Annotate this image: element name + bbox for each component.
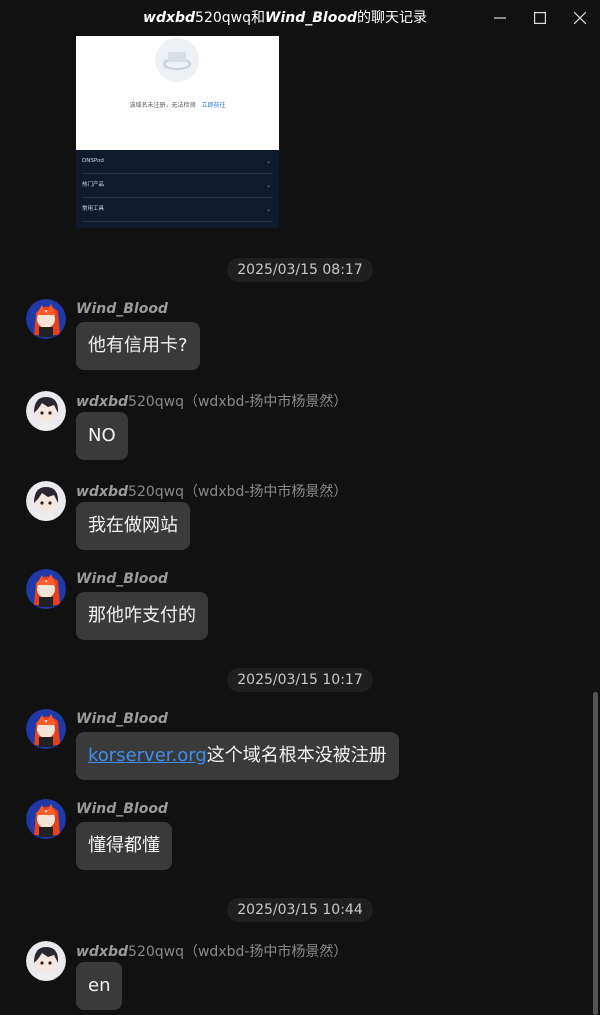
scrollbar-thumb[interactable] <box>593 692 598 1015</box>
sender-nick: Wind_Blood <box>76 801 168 817</box>
avatar-wdxbd[interactable] <box>26 941 66 981</box>
sender-nick-suffix: 520qwq <box>128 484 184 500</box>
sender-nick: Wind_Blood <box>76 301 168 317</box>
maximize-icon <box>534 12 546 24</box>
title-bar: wdxbd520qwq和Wind_Blood的聊天记录 <box>0 0 600 36</box>
sender-name: wdxbd520qwq（wdxbd-扬中市杨景然） <box>76 391 347 411</box>
nav-row-label: 常用工具 <box>82 206 105 212</box>
avatar-wind-blood[interactable] <box>26 799 66 839</box>
window-title: wdxbd520qwq和Wind_Blood的聊天记录 <box>0 0 480 36</box>
sender-nick: wdxbd <box>76 394 129 410</box>
timestamp: 2025/03/15 10:17 <box>227 668 373 692</box>
message-text: 这个域名根本没被注册 <box>206 745 387 766</box>
chevron-down-icon: ⌄ <box>265 158 271 165</box>
title-nick-1: wdxbd <box>143 10 196 26</box>
shared-image-notice: 该域名未注册，无法检测 立即前往 <box>76 100 279 109</box>
message-bubble[interactable]: 懂得都懂 <box>76 822 172 870</box>
close-button[interactable] <box>560 0 600 36</box>
timestamp-divider: 2025/03/15 10:44 <box>0 898 600 922</box>
message-bubble[interactable]: korserver.org这个域名根本没被注册 <box>76 732 399 780</box>
maximize-button[interactable] <box>520 0 560 36</box>
sender-name: Wind_Blood <box>76 571 168 587</box>
avatar-wind-blood[interactable] <box>26 709 66 749</box>
shared-image-top: 该域名未注册，无法检测 立即前往 <box>76 36 279 150</box>
browser-icon <box>155 38 199 82</box>
sender-name: Wind_Blood <box>76 301 168 317</box>
sender-nick: wdxbd <box>76 944 129 960</box>
message-link[interactable]: korserver.org <box>88 745 207 766</box>
nav-row: 常用工具 ⌄ <box>82 198 273 222</box>
chevron-down-icon: ⌄ <box>265 206 271 213</box>
timestamp-divider: 2025/03/15 10:17 <box>0 668 600 692</box>
avatar-wind-blood[interactable] <box>26 299 66 339</box>
title-part-4: 的聊天记录 <box>356 10 427 26</box>
minimize-button[interactable] <box>480 0 520 36</box>
notice-link: 立即前往 <box>201 102 226 109</box>
sender-nick: Wind_Blood <box>76 711 168 727</box>
minimize-icon <box>494 17 506 19</box>
sender-group-card: （wdxbd-扬中市杨景然） <box>183 944 348 960</box>
title-part-2: 520qwq和 <box>195 10 265 26</box>
sender-name: wdxbd520qwq（wdxbd-扬中市杨景然） <box>76 941 347 961</box>
sender-group-card: （wdxbd-扬中市杨景然） <box>183 484 348 500</box>
chat-history[interactable]: 该域名未注册，无法检测 立即前往 DNSPod ⌄ 热门产品 ⌄ 常用工具 ⌄ 2025… <box>0 36 590 1015</box>
timestamp-divider: 2025/03/15 08:17 <box>0 258 600 282</box>
nav-row-label: 热门产品 <box>82 182 105 188</box>
timestamp: 2025/03/15 08:17 <box>227 258 373 282</box>
avatar-wdxbd[interactable] <box>26 481 66 521</box>
message-bubble[interactable]: 我在做网站 <box>76 502 190 550</box>
message-bubble[interactable]: NO <box>76 412 128 460</box>
sender-nick: wdxbd <box>76 484 129 500</box>
timestamp: 2025/03/15 10:44 <box>227 898 373 922</box>
sender-name: Wind_Blood <box>76 801 168 817</box>
sender-nick: Wind_Blood <box>76 571 168 587</box>
shared-image[interactable]: 该域名未注册，无法检测 立即前往 DNSPod ⌄ 热门产品 ⌄ 常用工具 ⌄ <box>76 36 279 228</box>
sender-nick-suffix: 520qwq <box>128 944 184 960</box>
title-nick-2: Wind_Blood <box>265 10 357 26</box>
sender-group-card: （wdxbd-扬中市杨景然） <box>183 394 348 410</box>
sender-name: Wind_Blood <box>76 711 168 727</box>
sender-name: wdxbd520qwq（wdxbd-扬中市杨景然） <box>76 481 347 501</box>
sender-nick-suffix: 520qwq <box>128 394 184 410</box>
message-bubble[interactable]: 他有信用卡? <box>76 322 200 370</box>
nav-row-label: DNSPod <box>82 158 104 164</box>
shared-image-nav: DNSPod ⌄ 热门产品 ⌄ 常用工具 ⌄ <box>76 150 279 228</box>
nav-row: 热门产品 ⌄ <box>82 174 273 198</box>
avatar-wdxbd[interactable] <box>26 391 66 431</box>
message-bubble[interactable]: 那他咋支付的 <box>76 592 208 640</box>
avatar-wind-blood[interactable] <box>26 569 66 609</box>
message-bubble[interactable]: en <box>76 962 123 1010</box>
chevron-down-icon: ⌄ <box>265 182 271 189</box>
nav-row: DNSPod ⌄ <box>82 150 273 174</box>
notice-text: 该域名未注册，无法检测 <box>129 102 196 109</box>
close-icon <box>574 12 586 24</box>
